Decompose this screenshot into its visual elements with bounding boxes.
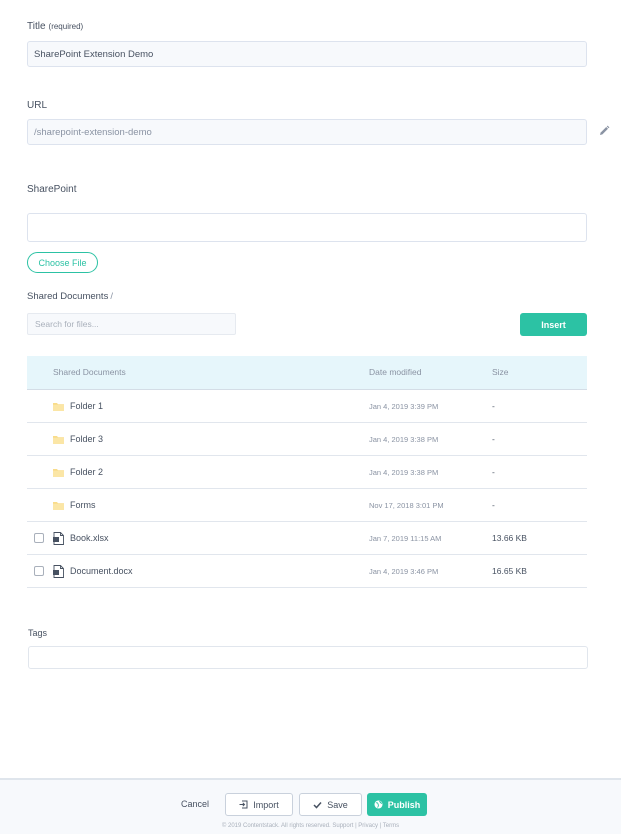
row-size: - — [492, 434, 495, 444]
search-input[interactable]: Search for files... — [27, 313, 236, 335]
breadcrumb-item[interactable]: Shared Documents — [27, 291, 108, 302]
table-row[interactable]: Forms Nov 17, 2018 3:01 PM - — [27, 489, 587, 522]
row-size: - — [492, 500, 495, 510]
header-name[interactable]: Shared Documents — [53, 367, 126, 377]
folder-icon — [53, 403, 64, 411]
file-icon — [53, 565, 64, 578]
header-size[interactable]: Size — [492, 367, 509, 377]
insert-button[interactable]: Insert — [520, 313, 587, 336]
choose-file-button[interactable]: Choose File — [27, 252, 98, 273]
table-row[interactable]: Book.xlsx Jan 7, 2019 11:15 AM 13.66 KB — [27, 522, 587, 555]
breadcrumb-separator: / — [110, 291, 113, 302]
row-name[interactable]: Document.docx — [70, 566, 133, 576]
row-date: Nov 17, 2018 3:01 PM — [369, 501, 444, 510]
url-input[interactable]: /sharepoint-extension-demo — [27, 119, 587, 145]
publish-label: Publish — [387, 799, 421, 810]
row-name[interactable]: Folder 2 — [70, 467, 103, 477]
tags-label: Tags — [28, 628, 48, 638]
folder-icon — [53, 469, 64, 477]
footer-bar: Cancel Import Save Publish © 2019 Conten… — [0, 778, 621, 834]
import-button[interactable]: Import — [225, 793, 293, 816]
file-table: Shared Documents Date modified Size Fold… — [27, 356, 587, 588]
sharepoint-label: SharePoint — [27, 184, 77, 195]
row-date: Jan 4, 2019 3:38 PM — [369, 435, 439, 444]
folder-icon — [53, 502, 64, 510]
row-date: Jan 4, 2019 3:38 PM — [369, 468, 439, 477]
check-icon — [313, 801, 322, 809]
table-row[interactable]: Folder 2 Jan 4, 2019 3:38 PM - — [27, 456, 587, 489]
folder-icon — [53, 436, 64, 444]
globe-icon — [374, 800, 383, 809]
table-header: Shared Documents Date modified Size — [27, 356, 587, 390]
cancel-button[interactable]: Cancel — [181, 799, 209, 809]
save-button[interactable]: Save — [299, 793, 362, 816]
sharepoint-input[interactable] — [27, 213, 587, 242]
url-input-value: /sharepoint-extension-demo — [34, 126, 152, 138]
file-icon — [53, 532, 64, 545]
save-label: Save — [327, 799, 348, 810]
row-name[interactable]: Forms — [70, 500, 96, 510]
row-name[interactable]: Folder 3 — [70, 434, 103, 444]
row-date: Jan 4, 2019 3:39 PM — [369, 402, 439, 411]
pencil-icon[interactable] — [598, 125, 610, 137]
url-label: URL — [27, 100, 48, 111]
title-label-text: Title — [27, 21, 46, 32]
copyright-text: © 2019 Contentstack. All rights reserved… — [221, 823, 400, 829]
row-size: - — [492, 401, 495, 411]
title-input-value: SharePoint Extension Demo — [34, 48, 154, 60]
row-size: - — [492, 467, 495, 477]
search-placeholder: Search for files... — [35, 319, 99, 329]
row-size: 16.65 KB — [492, 566, 527, 576]
row-name[interactable]: Folder 1 — [70, 401, 103, 411]
import-label: Import — [253, 799, 279, 810]
row-date: Jan 4, 2019 3:46 PM — [369, 567, 439, 576]
row-checkbox[interactable] — [34, 566, 44, 576]
import-icon — [239, 800, 248, 809]
title-label: Title (required) — [27, 21, 83, 32]
tags-input[interactable] — [28, 646, 588, 669]
breadcrumb: Shared Documents / — [27, 291, 113, 302]
table-row[interactable]: Folder 1 Jan 4, 2019 3:39 PM - — [27, 390, 587, 423]
publish-button[interactable]: Publish — [367, 793, 427, 816]
row-name[interactable]: Book.xlsx — [70, 533, 109, 543]
row-size: 13.66 KB — [492, 533, 527, 543]
table-row[interactable]: Document.docx Jan 4, 2019 3:46 PM 16.65 … — [27, 555, 587, 588]
required-note: (required) — [48, 22, 84, 31]
row-checkbox[interactable] — [34, 533, 44, 543]
row-date: Jan 7, 2019 11:15 AM — [369, 534, 442, 543]
header-date[interactable]: Date modified — [369, 367, 421, 377]
table-row[interactable]: Folder 3 Jan 4, 2019 3:38 PM - — [27, 423, 587, 456]
title-input[interactable]: SharePoint Extension Demo — [27, 41, 587, 67]
